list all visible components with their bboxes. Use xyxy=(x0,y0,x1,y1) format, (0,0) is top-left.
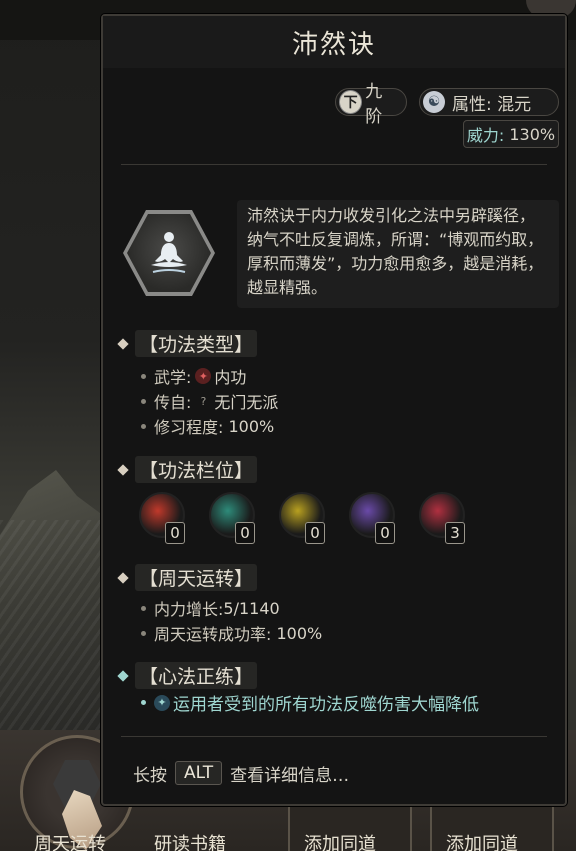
add-companion-label-1[interactable]: 添加同道 xyxy=(304,830,376,851)
slots-heading-label: 【功法栏位】 xyxy=(135,456,258,483)
type-heading-label: 【功法类型】 xyxy=(135,330,258,357)
tooltip-footer: 长按 ALT 查看详细信息… xyxy=(103,742,565,804)
progress-value: 100% xyxy=(228,416,275,436)
progress-row: 修习程度: 100% xyxy=(141,414,274,438)
bullet-dot xyxy=(141,700,146,705)
slot-count: 0 xyxy=(165,522,185,544)
cycle-heading-label: 【周天运转】 xyxy=(135,564,258,591)
cycle-section-heading: 【周天运转】 xyxy=(117,564,258,591)
slot-count: 0 xyxy=(305,522,325,544)
power-label: 威力: xyxy=(466,126,505,145)
slot-count: 0 xyxy=(235,522,255,544)
tooltip-title-bar: 沛然诀 xyxy=(103,16,565,68)
grade-badge-icon: 下 xyxy=(339,90,363,114)
type-section-heading: 【功法类型】 xyxy=(117,330,258,357)
success-rate-row: 周天运转成功率: 100% xyxy=(141,621,322,645)
power-tag: 威力: 130% xyxy=(463,120,559,148)
grade-label: 九阶 xyxy=(365,82,383,127)
bullet-dot xyxy=(141,398,146,404)
power-value: 130% xyxy=(509,124,556,144)
footer-prefix: 长按 xyxy=(133,765,167,786)
inner-power-value: 5/1140 xyxy=(223,598,280,618)
inner-art-icon: ✦ xyxy=(195,368,212,384)
bullet-dot xyxy=(141,373,146,379)
attribute-label: 属性: 混元 xyxy=(452,94,532,115)
source-label: 传自: xyxy=(154,393,192,412)
taiji-icon: ☯ xyxy=(423,91,445,113)
diamond-bullet-icon xyxy=(117,337,129,350)
grade-tag: 下 九阶 xyxy=(335,82,407,127)
divider xyxy=(121,736,547,737)
unknown-sect-icon: ? xyxy=(200,394,207,408)
slots-section-heading: 【功法栏位】 xyxy=(117,456,258,483)
progress-label: 修习程度: xyxy=(154,418,224,437)
cycle-label[interactable]: 周天运转 xyxy=(34,830,106,851)
source-value: 无门无派 xyxy=(214,393,279,412)
skill-description: 沛然诀于内力收发引化之法中另辟蹊径，纳气不吐反复调炼，所谓：“博观而约取，厚积而… xyxy=(237,200,559,308)
martial-label: 武学: xyxy=(154,368,192,387)
martial-value: 内功 xyxy=(214,368,247,387)
divider xyxy=(121,164,547,165)
attribute-tag: ☯ 属性: 混元 xyxy=(419,88,559,116)
slot-count: 3 xyxy=(445,522,465,544)
diamond-bullet-icon xyxy=(117,571,129,584)
inner-power-label: 内力增长: xyxy=(154,600,224,619)
heart-effect-text: 运用者受到的所有功法反噬伤害大幅降低 xyxy=(173,695,479,715)
success-rate-value: 100% xyxy=(276,623,323,643)
teal-diamond-bullet-icon xyxy=(117,669,129,682)
footer-suffix: 查看详细信息… xyxy=(230,765,350,786)
skill-tooltip: 沛然诀 下 九阶 ☯ 属性: 混元 威力: 130% 沛然诀于内力收发引化之法中… xyxy=(101,14,567,806)
slot-count: 0 xyxy=(375,522,395,544)
inner-power-row: 内力增长: 5/1140 xyxy=(141,596,280,620)
heart-heading-label: 【心法正练】 xyxy=(135,662,258,689)
diamond-bullet-icon xyxy=(117,463,129,476)
martial-row: 武学: ✦ 内功 xyxy=(141,364,246,388)
read-books-label[interactable]: 研读书籍 xyxy=(154,830,226,851)
add-companion-label-2[interactable]: 添加同道 xyxy=(446,830,518,851)
heart-effect-row: ✦ 运用者受到的所有功法反噬伤害大幅降低 xyxy=(141,690,479,715)
bullet-dot xyxy=(141,423,146,429)
bullet-dot xyxy=(141,630,146,636)
heart-section-heading: 【心法正练】 xyxy=(117,662,258,689)
source-row: 传自: ? 无门无派 xyxy=(141,389,278,413)
alt-key-badge: ALT xyxy=(175,761,223,785)
success-rate-label: 周天运转成功率: xyxy=(154,625,272,644)
bullet-dot xyxy=(141,605,146,611)
heart-method-icon: ✦ xyxy=(154,694,170,711)
skill-title: 沛然诀 xyxy=(291,29,376,60)
